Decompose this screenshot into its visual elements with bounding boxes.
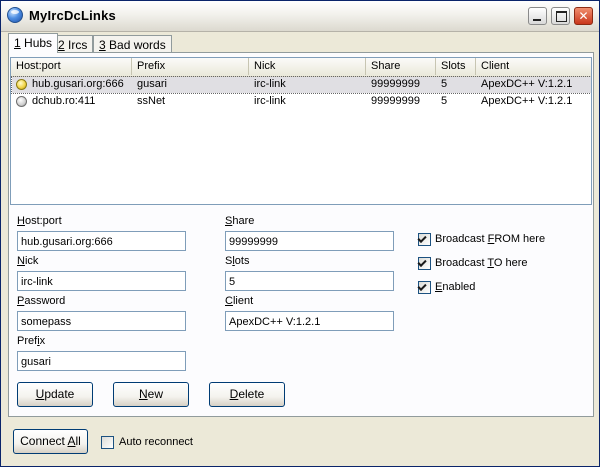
- table-row[interactable]: hub.gusari.org:666 gusari irc-link 99999…: [11, 76, 591, 94]
- column-share[interactable]: Share: [366, 58, 436, 75]
- connect-all-button[interactable]: Connect All: [13, 429, 88, 454]
- row-slots: 5: [441, 78, 448, 90]
- auto-reconnect-label[interactable]: Auto reconnect: [119, 436, 193, 448]
- checkmark-icon: [417, 281, 427, 291]
- close-icon: ✕: [578, 9, 589, 23]
- row-host: dchub.ro:411: [32, 95, 96, 107]
- prefix-label: Prefix: [17, 335, 46, 347]
- offline-hub-icon: [16, 96, 27, 107]
- row-share: 99999999: [371, 95, 420, 107]
- list-header: Host:port Prefix Nick Share Slots Client: [11, 58, 591, 77]
- hubs-list[interactable]: Host:port Prefix Nick Share Slots Client…: [10, 57, 592, 205]
- update-button[interactable]: Update: [17, 382, 93, 407]
- host-port-input[interactable]: [17, 231, 186, 251]
- tab-ircs-key: 2: [58, 38, 65, 52]
- online-hub-icon: [16, 79, 27, 90]
- checkmark-icon: [417, 233, 427, 243]
- password-input[interactable]: [17, 311, 186, 331]
- app-window: MyIrcDcLinks ✕ 1 Hubs 2 Ircs 3 Bad words…: [0, 0, 600, 467]
- enabled-label[interactable]: Enabled: [435, 281, 475, 293]
- auto-reconnect-checkbox[interactable]: [101, 436, 114, 449]
- row-nick: irc-link: [254, 95, 286, 107]
- share-label: Share: [225, 215, 255, 227]
- new-button[interactable]: New: [113, 382, 189, 407]
- prefix-input[interactable]: [17, 351, 186, 371]
- tab-hubs-label: Hubs: [20, 36, 53, 50]
- row-nick: irc-link: [254, 78, 286, 90]
- enabled-checkbox[interactable]: [417, 281, 431, 294]
- row-client: ApexDC++ V:1.2.1: [481, 95, 573, 107]
- maximize-button[interactable]: [551, 7, 570, 25]
- tab-bad-words[interactable]: 3 Bad words: [93, 35, 172, 52]
- row-prefix: ssNet: [137, 95, 166, 107]
- tab-hubs-key: 1: [14, 36, 21, 50]
- share-input[interactable]: [225, 231, 394, 251]
- tab-ircs-label: Ircs: [64, 38, 88, 52]
- broadcast-to-checkbox[interactable]: [417, 257, 431, 270]
- window-title: MyIrcDcLinks: [29, 8, 116, 23]
- row-prefix: gusari: [137, 78, 167, 90]
- row-host: hub.gusari.org:666: [32, 78, 124, 90]
- close-button[interactable]: ✕: [574, 7, 593, 25]
- tab-bad-words-key: 3: [99, 38, 106, 52]
- tab-hubs[interactable]: 1 Hubs: [8, 33, 59, 53]
- client-label: Client: [225, 295, 254, 307]
- app-globe-icon: [7, 7, 23, 23]
- minimize-button[interactable]: [528, 7, 547, 25]
- title-bar[interactable]: MyIrcDcLinks ✕: [1, 1, 599, 32]
- delete-button[interactable]: Delete: [209, 382, 285, 407]
- broadcast-to-label[interactable]: Broadcast TO here: [435, 257, 528, 269]
- table-row[interactable]: dchub.ro:411 ssNet irc-link 99999999 5 A…: [12, 94, 591, 110]
- column-prefix[interactable]: Prefix: [132, 58, 249, 75]
- column-slots[interactable]: Slots: [436, 58, 476, 75]
- broadcast-from-label[interactable]: Broadcast FROM here: [435, 233, 545, 245]
- row-client: ApexDC++ V:1.2.1: [481, 78, 573, 90]
- host-port-label: Host:port: [17, 215, 62, 227]
- nick-label: Nick: [17, 255, 39, 267]
- tab-ircs[interactable]: 2 Ircs: [52, 35, 94, 52]
- minimize-icon: [533, 19, 541, 21]
- row-share: 99999999: [371, 78, 420, 90]
- slots-input[interactable]: [225, 271, 394, 291]
- password-label: Password: [17, 295, 66, 307]
- maximize-icon: [556, 11, 567, 22]
- broadcast-from-checkbox[interactable]: [417, 233, 431, 246]
- column-nick[interactable]: Nick: [249, 58, 366, 75]
- slots-label: Slots: [225, 255, 250, 267]
- checkmark-icon: [417, 257, 427, 267]
- nick-input[interactable]: [17, 271, 186, 291]
- row-slots: 5: [441, 95, 448, 107]
- column-host-port[interactable]: Host:port: [11, 58, 132, 75]
- tab-bad-words-label: Bad words: [105, 38, 166, 52]
- client-input[interactable]: [225, 311, 394, 331]
- column-client[interactable]: Client: [476, 58, 591, 75]
